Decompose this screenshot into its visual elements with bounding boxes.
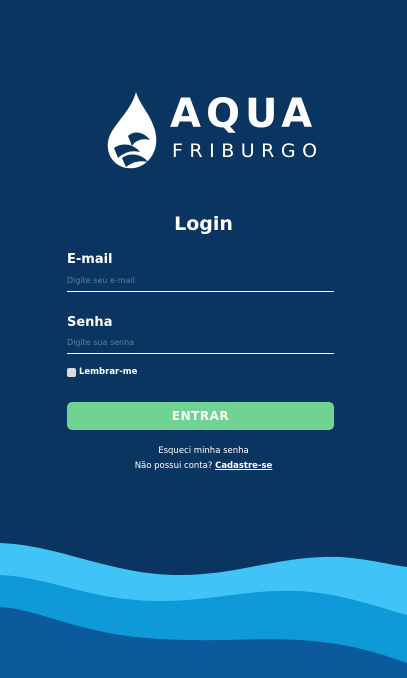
password-field[interactable] [67, 333, 334, 354]
login-button[interactable]: ENTRAR [67, 402, 334, 430]
water-drop-logo-icon [107, 92, 157, 169]
no-account-text: Não possui conta? [134, 461, 213, 471]
password-label: Senha [67, 315, 113, 330]
brand-subtitle: FRIBURGO [172, 140, 324, 162]
email-field[interactable] [67, 271, 334, 292]
remember-me[interactable]: Lembrar-me [67, 366, 137, 378]
app-logo: AQUA FRIBURGO [104, 92, 319, 170]
forgot-password-link[interactable]: Esqueci minha senha [0, 445, 407, 457]
page-title: Login [174, 213, 233, 235]
signup-row: Não possui conta? Cadastre-se [0, 460, 407, 472]
remember-checkbox[interactable] [67, 367, 76, 377]
remember-label: Lembrar-me [79, 367, 138, 377]
waves-decoration [0, 543, 407, 678]
brand-name: AQUA [170, 91, 318, 137]
signup-link[interactable]: Cadastre-se [215, 461, 272, 471]
email-label: E-mail [67, 252, 113, 267]
